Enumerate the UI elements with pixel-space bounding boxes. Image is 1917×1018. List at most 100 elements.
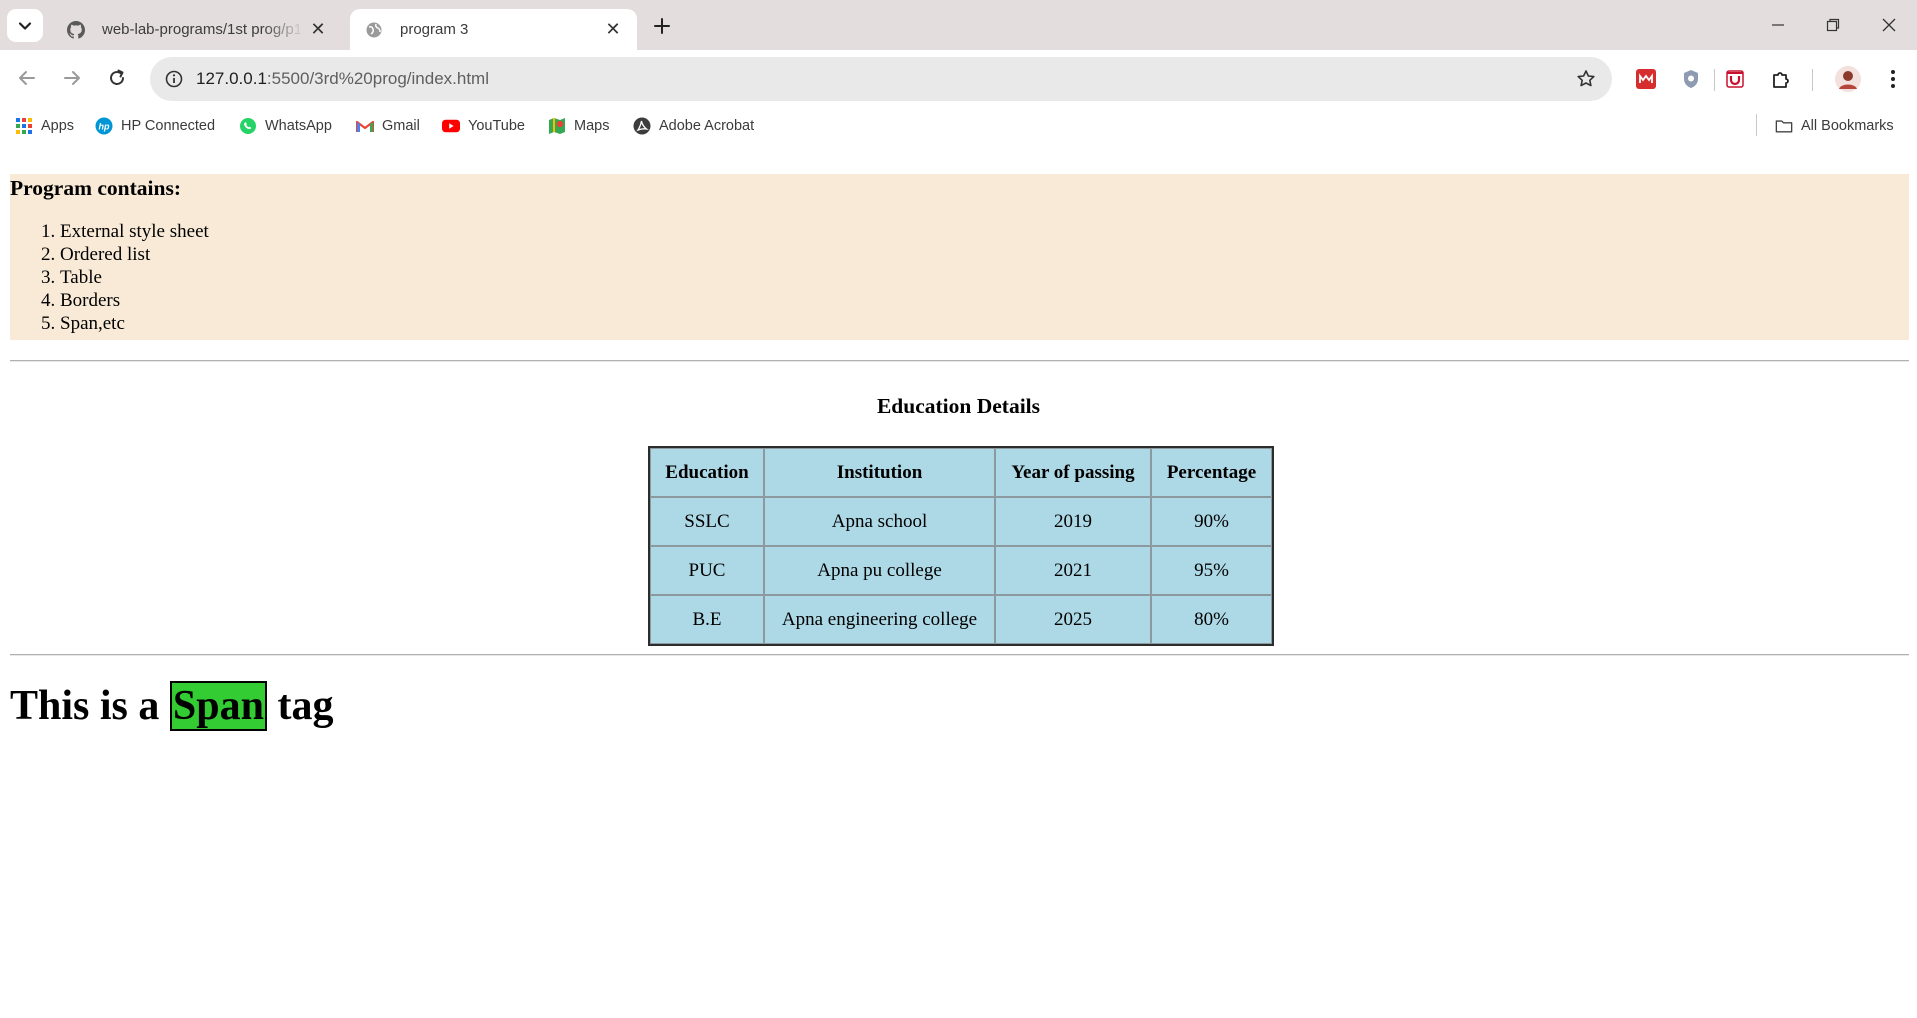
table-cell: Apna engineering college <box>764 595 995 644</box>
bookmarks-divider <box>1756 114 1757 136</box>
close-icon <box>1882 18 1896 32</box>
gmail-icon <box>356 117 374 135</box>
tab-title: web-lab-programs/1st prog/p1 <box>102 21 303 38</box>
page-content: Program contains: External style sheet O… <box>0 144 1917 1018</box>
all-bookmarks-button[interactable]: All Bookmarks <box>1775 114 1894 138</box>
tab-web-lab-programs[interactable]: web-lab-programs/1st prog/p1 ✕ <box>52 9 342 50</box>
shield-extension-icon[interactable] <box>1677 65 1705 93</box>
arrow-left-icon <box>19 71 35 85</box>
bookmark-maps[interactable]: Maps <box>548 114 609 138</box>
apps-grid-icon <box>15 117 33 135</box>
url-path: :5500/3rd%20prog/index.html <box>266 69 489 88</box>
bookmarks-bar: Apps hp HP Connected WhatsApp Gmail YouT… <box>0 108 1917 144</box>
program-contains-section: Program contains: External style sheet O… <box>10 174 1909 340</box>
url-text[interactable]: 127.0.0.1:5500/3rd%20prog/index.html <box>196 69 489 89</box>
reload-button[interactable] <box>100 61 134 95</box>
bookmark-label: YouTube <box>468 118 525 134</box>
table-cell: 80% <box>1151 595 1272 644</box>
horizontal-rule <box>10 360 1909 362</box>
extensions-puzzle-icon[interactable] <box>1767 65 1795 93</box>
extension-red-icon[interactable] <box>1632 65 1660 93</box>
column-header: Education <box>650 448 764 497</box>
toolbar-divider <box>1812 69 1813 91</box>
bookmark-youtube[interactable]: YouTube <box>442 114 525 138</box>
chevron-down-icon <box>18 21 32 30</box>
program-heading: Program contains: <box>10 176 181 200</box>
youtube-icon <box>442 117 460 135</box>
site-info-icon[interactable] <box>160 65 188 93</box>
bookmark-whatsapp[interactable]: WhatsApp <box>239 114 332 138</box>
tab-title: program 3 <box>400 21 469 38</box>
table-row: SSLC Apna school 2019 90% <box>650 497 1272 546</box>
table-row: PUC Apna pu college 2021 95% <box>650 546 1272 595</box>
tab-program-3[interactable]: program 3 ✕ <box>350 9 637 50</box>
toolbar-divider <box>1714 69 1715 91</box>
bookmark-label: HP Connected <box>121 118 216 134</box>
acrobat-icon <box>633 117 651 135</box>
bookmark-gmail[interactable]: Gmail <box>356 114 420 138</box>
maps-icon <box>548 117 566 135</box>
span-text-before: This is a <box>10 683 170 729</box>
bookmark-label: Adobe Acrobat <box>659 118 755 134</box>
table-cell: 95% <box>1151 546 1272 595</box>
bookmark-star-icon[interactable] <box>1574 67 1598 91</box>
tab-search-button[interactable] <box>7 9 43 42</box>
bookmark-label: Maps <box>574 118 610 134</box>
list-item: Borders <box>60 289 209 312</box>
window-close-button[interactable] <box>1861 0 1917 50</box>
bookmark-adobe-acrobat[interactable]: Adobe Acrobat <box>633 114 754 138</box>
address-bar[interactable]: 127.0.0.1:5500/3rd%20prog/index.html <box>150 57 1612 101</box>
table-cell: PUC <box>650 546 764 595</box>
table-cell: B.E <box>650 595 764 644</box>
reload-icon <box>110 69 124 85</box>
table-cell: SSLC <box>650 497 764 546</box>
list-item: Span,etc <box>60 312 209 335</box>
bookmark-label: Apps <box>41 118 75 134</box>
tab-strip: web-lab-programs/1st prog/p1 ✕ program 3… <box>0 0 1917 50</box>
plus-icon <box>654 18 670 34</box>
restore-icon <box>1826 18 1840 32</box>
table-cell: 90% <box>1151 497 1272 546</box>
program-list: External style sheet Ordered list Table … <box>10 220 209 335</box>
education-table: Education Institution Year of passing Pe… <box>648 446 1274 646</box>
list-item: External style sheet <box>60 220 209 243</box>
browser-toolbar: 127.0.0.1:5500/3rd%20prog/index.html <box>0 50 1917 108</box>
restore-button[interactable] <box>1805 0 1861 50</box>
all-bookmarks-label: All Bookmarks <box>1801 118 1894 134</box>
table-row: B.E Apna engineering college 2025 80% <box>650 595 1272 644</box>
span-demo-heading: This is a Span tag <box>10 681 333 731</box>
github-icon <box>66 20 86 40</box>
list-item: Table <box>60 266 209 289</box>
bookmark-label: WhatsApp <box>265 118 332 134</box>
globe-icon <box>364 20 384 40</box>
table-cell: Apna school <box>764 497 995 546</box>
table-cell: 2019 <box>995 497 1151 546</box>
column-header: Institution <box>764 448 995 497</box>
bookmark-apps[interactable]: Apps <box>15 114 74 138</box>
bookmark-hp-connected[interactable]: hp HP Connected <box>95 114 215 138</box>
avatar[interactable] <box>1834 65 1862 93</box>
bookmark-label: Gmail <box>382 118 420 134</box>
save-extension-icon[interactable] <box>1721 65 1749 93</box>
svg-text:hp: hp <box>99 122 110 132</box>
hp-icon: hp <box>95 117 113 135</box>
menu-kebab-icon[interactable] <box>1879 65 1907 93</box>
minimize-icon <box>1772 24 1784 26</box>
forward-button[interactable] <box>55 61 89 95</box>
table-cell: 2021 <box>995 546 1151 595</box>
column-header: Year of passing <box>995 448 1151 497</box>
column-header: Percentage <box>1151 448 1272 497</box>
span-highlight: Span <box>169 681 267 731</box>
back-button[interactable] <box>10 61 44 95</box>
table-cell: 2025 <box>995 595 1151 644</box>
arrow-right-icon <box>64 71 80 85</box>
url-host: 127.0.0.1 <box>196 69 267 88</box>
close-icon[interactable]: ✕ <box>304 16 332 44</box>
folder-icon <box>1775 117 1793 135</box>
education-title: Education Details <box>876 394 1041 418</box>
minimize-button[interactable] <box>1750 0 1806 50</box>
close-icon[interactable]: ✕ <box>599 16 627 44</box>
horizontal-rule <box>10 654 1909 656</box>
table-header-row: Education Institution Year of passing Pe… <box>650 448 1272 497</box>
new-tab-button[interactable] <box>647 11 677 41</box>
